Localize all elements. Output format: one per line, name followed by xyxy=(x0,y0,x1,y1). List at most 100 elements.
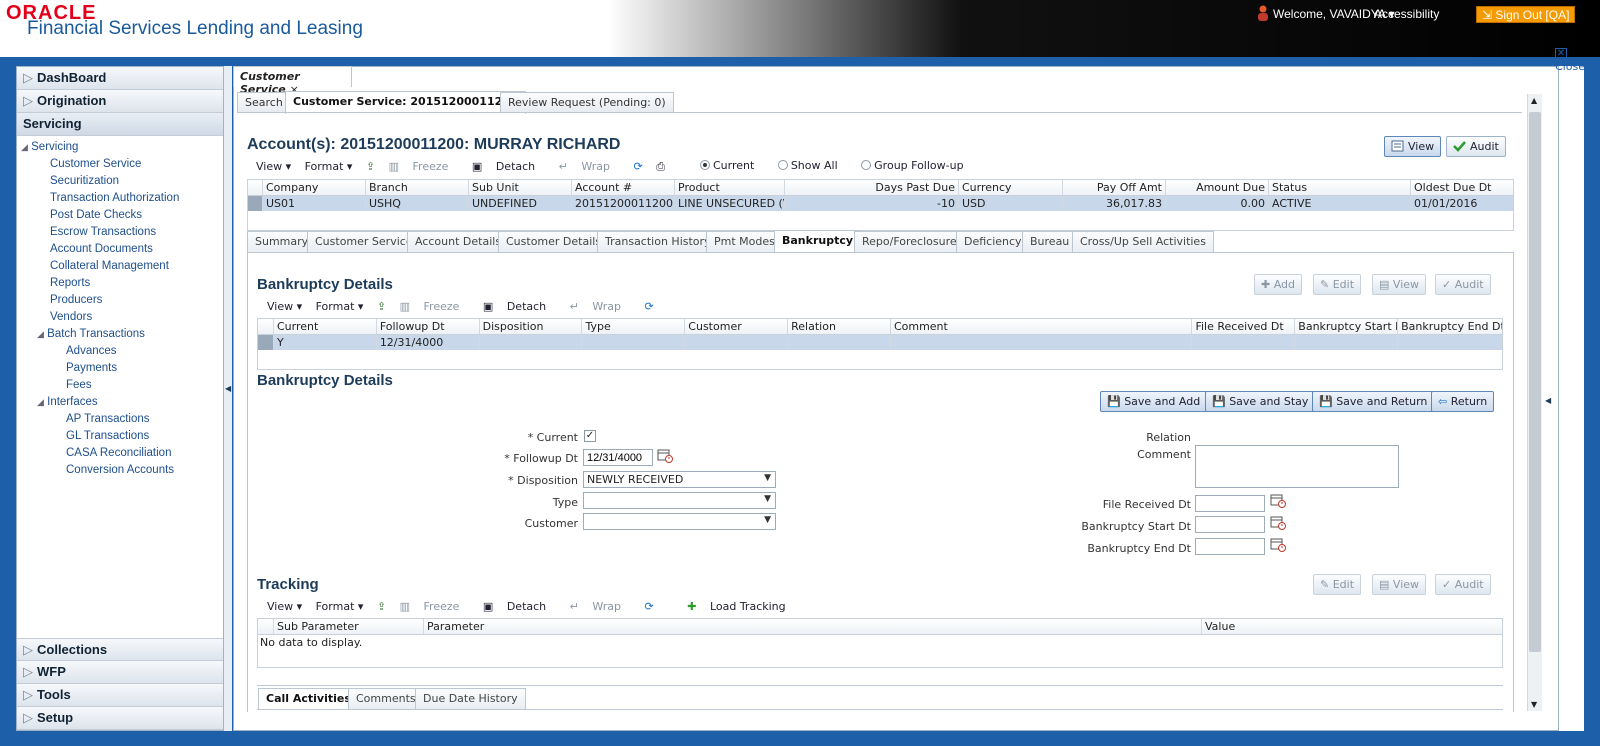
wrap-button[interactable]: ↵ Wrap xyxy=(570,600,631,613)
col-sub-unit[interactable]: Sub Unit xyxy=(469,180,572,195)
sidebar-item-gl-transactions[interactable]: GL Transactions xyxy=(21,428,223,445)
col-amount-due[interactable]: Amount Due xyxy=(1166,180,1269,195)
radio-group-follow-up[interactable]: Group Follow-up xyxy=(861,159,973,172)
view-menu[interactable]: View ▾ xyxy=(267,600,302,613)
col-product[interactable]: Product xyxy=(675,180,785,195)
calendar-icon[interactable] xyxy=(657,448,673,463)
col-value[interactable]: Value xyxy=(1202,619,1500,634)
table-row[interactable]: US01 USHQ UNDEFINED 20151200011200 LINE … xyxy=(248,196,1513,211)
tracking-edit-button[interactable]: ✎ Edit xyxy=(1313,574,1362,595)
export-icon[interactable]: ⇪ xyxy=(377,600,386,613)
tab-summary[interactable]: Summary xyxy=(247,231,317,252)
sidebar-section-origination[interactable]: ▷ Origination xyxy=(17,90,223,113)
sidebar-splitter[interactable]: ◀ xyxy=(224,66,232,731)
format-menu[interactable]: Format ▾ xyxy=(316,300,364,313)
refresh-icon[interactable]: ⟳ xyxy=(645,300,654,313)
col-file-received-dt[interactable]: File Received Dt xyxy=(1192,319,1296,334)
sidebar-item-conversion-accounts[interactable]: Conversion Accounts xyxy=(21,462,223,479)
freeze-button[interactable]: ▥ Freeze xyxy=(389,160,459,173)
scroll-up-icon[interactable]: ▲ xyxy=(1531,96,1537,105)
disposition-select[interactable]: NEWLY RECEIVED xyxy=(583,471,776,488)
col-type[interactable]: Type xyxy=(582,319,686,334)
tab-due-date-history[interactable]: Due Date History xyxy=(415,688,526,709)
scroll-down-icon[interactable]: ▼ xyxy=(1531,700,1537,709)
col-parameter[interactable]: Parameter xyxy=(424,619,1202,634)
refresh-icon[interactable]: ⟳ xyxy=(645,600,654,613)
freeze-button[interactable]: ▥ Freeze xyxy=(400,300,470,313)
comment-textarea[interactable] xyxy=(1195,445,1399,488)
col-bankruptcy-end-dt[interactable]: Bankruptcy End Dt xyxy=(1398,319,1502,334)
row-selector[interactable] xyxy=(258,335,274,350)
col-branch[interactable]: Branch xyxy=(366,180,469,195)
view-menu[interactable]: View ▾ xyxy=(256,160,291,173)
followup-dt-input[interactable] xyxy=(583,449,653,466)
return-button[interactable]: ⇦ Return xyxy=(1431,391,1495,412)
audit-button-list[interactable]: ✓ Audit xyxy=(1435,274,1491,295)
col-pay-off-amt[interactable]: Pay Off Amt xyxy=(1063,180,1166,195)
sidebar-item-post-date-checks[interactable]: Post Date Checks xyxy=(21,207,223,224)
view-menu[interactable]: View ▾ xyxy=(267,300,302,313)
sidebar-item-reports[interactable]: Reports xyxy=(21,275,223,292)
sidebar-item-advances[interactable]: Advances xyxy=(21,343,223,360)
tab-deficiency[interactable]: Deficiency xyxy=(956,231,1030,252)
sidebar-item-casa-reconciliation[interactable]: CASA Reconciliation xyxy=(21,445,223,462)
sidebar-item-escrow-transactions[interactable]: Escrow Transactions xyxy=(21,224,223,241)
col-account[interactable]: Account # xyxy=(572,180,675,195)
col-oldest-due-dt[interactable]: Oldest Due Dt xyxy=(1411,180,1513,195)
tab-review-request[interactable]: Review Request (Pending: 0) xyxy=(500,92,674,113)
tree-root-servicing[interactable]: ◢ Servicing xyxy=(21,139,223,156)
sidebar-item-transaction-authorization[interactable]: Transaction Authorization xyxy=(21,190,223,207)
scrollbar-thumb[interactable] xyxy=(1529,112,1541,652)
calendar-icon[interactable] xyxy=(1270,515,1286,530)
save-and-add-button[interactable]: 💾 Save and Add xyxy=(1100,391,1208,412)
vertical-scrollbar[interactable]: ▲ ▼ xyxy=(1527,94,1542,711)
tab-customer-service-account[interactable]: Customer Service: 20151200011200 xyxy=(285,91,526,114)
sidebar-item-customer-service[interactable]: Customer Service xyxy=(21,156,223,173)
print-icon[interactable]: ⎙ xyxy=(656,160,665,174)
tab-comments[interactable]: Comments xyxy=(348,688,424,709)
detach-button[interactable]: ▣ Detach xyxy=(472,160,545,173)
export-icon[interactable]: ⇪ xyxy=(377,300,386,313)
sidebar-item-securitization[interactable]: Securitization xyxy=(21,173,223,190)
sidebar-item-account-documents[interactable]: Account Documents xyxy=(21,241,223,258)
freeze-button[interactable]: ▥ Freeze xyxy=(400,600,470,613)
export-icon[interactable]: ⇪ xyxy=(366,160,375,173)
tracking-audit-button[interactable]: ✓ Audit xyxy=(1435,574,1491,595)
col-customer[interactable]: Customer xyxy=(685,319,789,334)
format-menu[interactable]: Format ▾ xyxy=(316,600,364,613)
type-select[interactable] xyxy=(583,492,776,509)
sidebar-section-tools[interactable]: ▷ Tools xyxy=(17,684,223,707)
view-button[interactable]: View xyxy=(1384,136,1442,157)
tab-repo-foreclosure[interactable]: Repo/Foreclosure xyxy=(854,231,965,252)
wrap-button[interactable]: ↵ Wrap xyxy=(559,160,620,173)
tab-customer-details[interactable]: Customer Details xyxy=(498,231,610,252)
tab-transaction-history[interactable]: Transaction History xyxy=(597,231,719,252)
view-button-list[interactable]: ▤ View xyxy=(1372,274,1427,295)
refresh-icon[interactable]: ⟳ xyxy=(634,160,643,173)
col-comment[interactable]: Comment xyxy=(891,319,1193,334)
collapse-right-icon[interactable]: ◀ xyxy=(1545,396,1551,405)
sidebar-item-ap-transactions[interactable]: AP Transactions xyxy=(21,411,223,428)
tab-search[interactable]: Search xyxy=(237,92,291,113)
calendar-icon[interactable] xyxy=(1270,493,1286,508)
load-tracking-button[interactable]: ✚ Load Tracking xyxy=(687,600,795,613)
tab-pmt-modes[interactable]: Pmt Modes xyxy=(706,231,783,252)
audit-button[interactable]: Audit xyxy=(1446,136,1506,157)
radio-current[interactable]: Current xyxy=(700,159,764,172)
detach-button[interactable]: ▣ Detach xyxy=(483,300,556,313)
current-checkbox[interactable]: ✓ xyxy=(584,430,596,442)
sidebar-section-collections[interactable]: ▷ Collections xyxy=(17,638,223,661)
save-and-return-button[interactable]: 💾 Save and Return xyxy=(1312,391,1435,412)
format-menu[interactable]: Format ▾ xyxy=(305,160,353,173)
calendar-icon[interactable] xyxy=(1270,537,1286,552)
tracking-view-button[interactable]: ▤ View xyxy=(1372,574,1427,595)
row-selector[interactable] xyxy=(248,196,263,211)
bankruptcy-end-dt-input[interactable] xyxy=(1195,538,1265,555)
add-button[interactable]: ✚ Add xyxy=(1254,274,1303,295)
col-relation[interactable]: Relation xyxy=(788,319,891,334)
sidebar-section-setup[interactable]: ▷ Setup xyxy=(17,707,223,730)
sidebar-section-servicing[interactable]: Servicing xyxy=(17,113,223,136)
file-received-dt-input[interactable] xyxy=(1195,495,1265,512)
tab-cross-up-sell[interactable]: Cross/Up Sell Activities xyxy=(1072,231,1214,252)
col-followup-dt[interactable]: Followup Dt xyxy=(377,319,480,334)
